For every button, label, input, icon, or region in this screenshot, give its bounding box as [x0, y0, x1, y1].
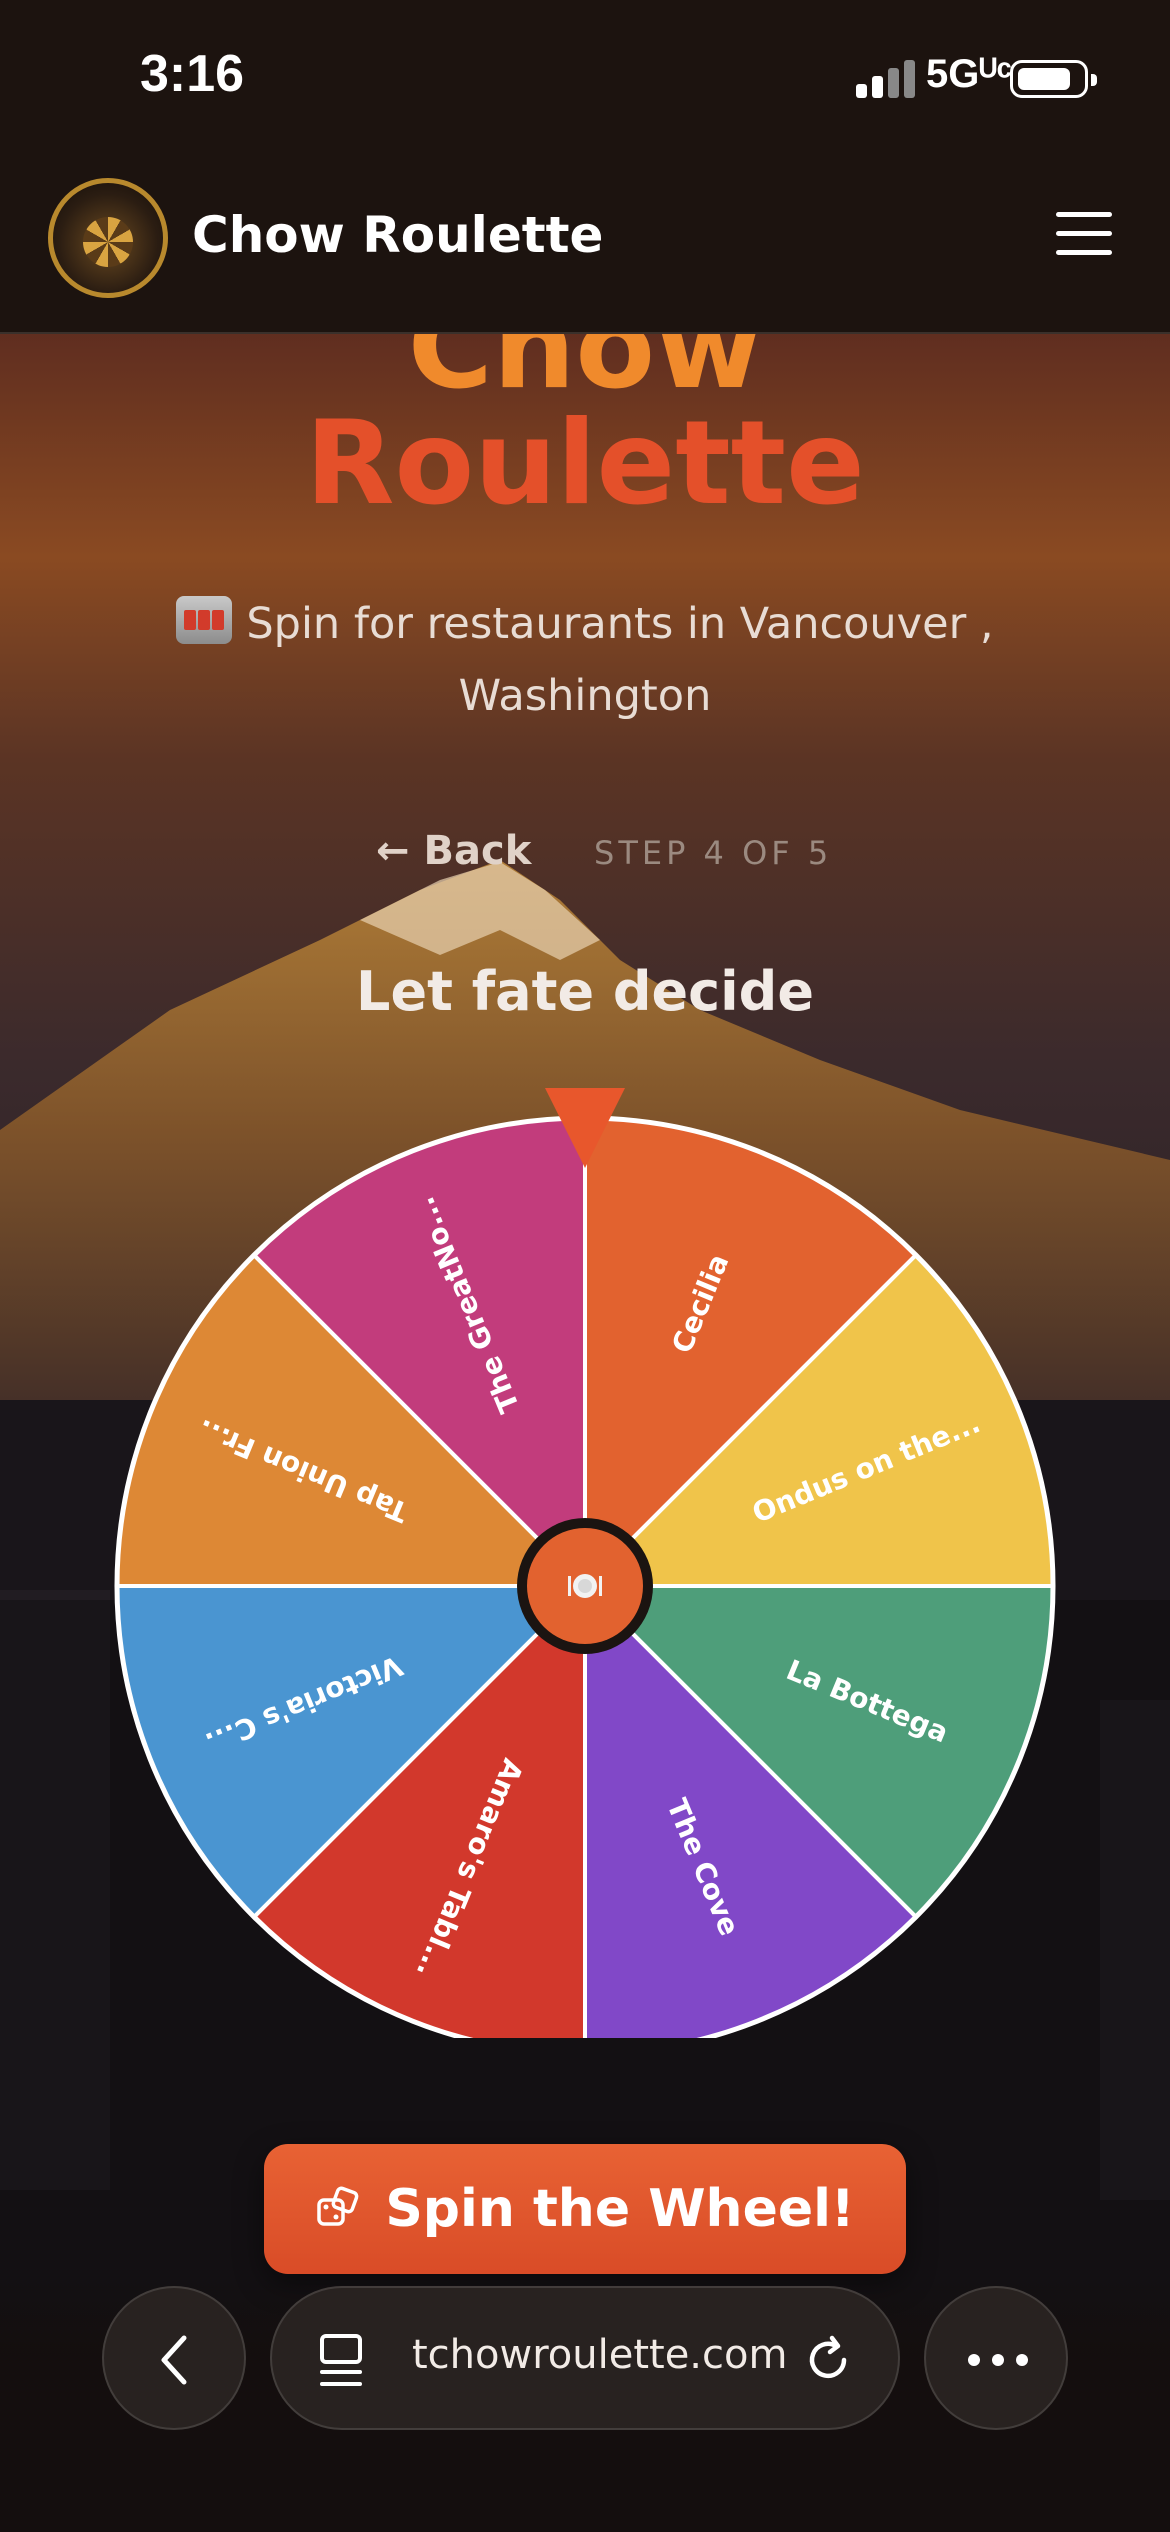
app-header: Chow Roulette — [0, 160, 1170, 334]
section-title: Let fate decide — [356, 960, 814, 1023]
reload-icon[interactable] — [802, 2334, 854, 2386]
slot-machine-icon — [176, 596, 233, 644]
status-bar: 3:16 5Gᵁᶜ — [0, 0, 1170, 160]
app-logo[interactable] — [48, 178, 168, 298]
roulette-wheel[interactable]: CeciliaOndus on the...La BottegaThe Cove… — [108, 1084, 1062, 2038]
signal-icon — [856, 60, 916, 98]
dice-icon — [317, 2186, 359, 2226]
battery-icon — [1010, 60, 1097, 98]
hero-title-line2: Roulette — [305, 396, 865, 531]
step-navigation: ← Back STEP 4 OF 5 — [0, 820, 1170, 890]
back-label: Back — [423, 828, 532, 874]
app-title[interactable]: Chow Roulette — [192, 206, 603, 264]
address-bar[interactable]: tchowroulette.com — [270, 2286, 900, 2430]
subtitle-text: Spin for restaurants in Vancouver , Wash… — [246, 599, 994, 721]
arrow-left-icon: ← — [376, 828, 410, 874]
back-button[interactable]: ← Back — [376, 828, 531, 874]
tabs-icon — [320, 2334, 362, 2386]
browser-back-button[interactable] — [102, 2286, 246, 2430]
hamburger-menu-icon[interactable] — [1056, 212, 1112, 256]
status-time: 3:16 — [140, 45, 245, 103]
more-options-button[interactable] — [924, 2286, 1068, 2430]
chevron-left-icon — [161, 2335, 187, 2385]
subtitle: Spin for restaurants in Vancouver , Wash… — [140, 588, 1030, 732]
network-label: 5Gᵁᶜ — [926, 52, 1012, 96]
step-indicator: STEP 4 OF 5 — [594, 834, 833, 872]
ellipsis-icon — [968, 2354, 1028, 2366]
url-text: tchowroulette.com — [412, 2332, 788, 2378]
spin-wheel-button[interactable]: Spin the Wheel! — [264, 2144, 906, 2274]
spin-button-label: Spin the Wheel! — [385, 2179, 855, 2239]
